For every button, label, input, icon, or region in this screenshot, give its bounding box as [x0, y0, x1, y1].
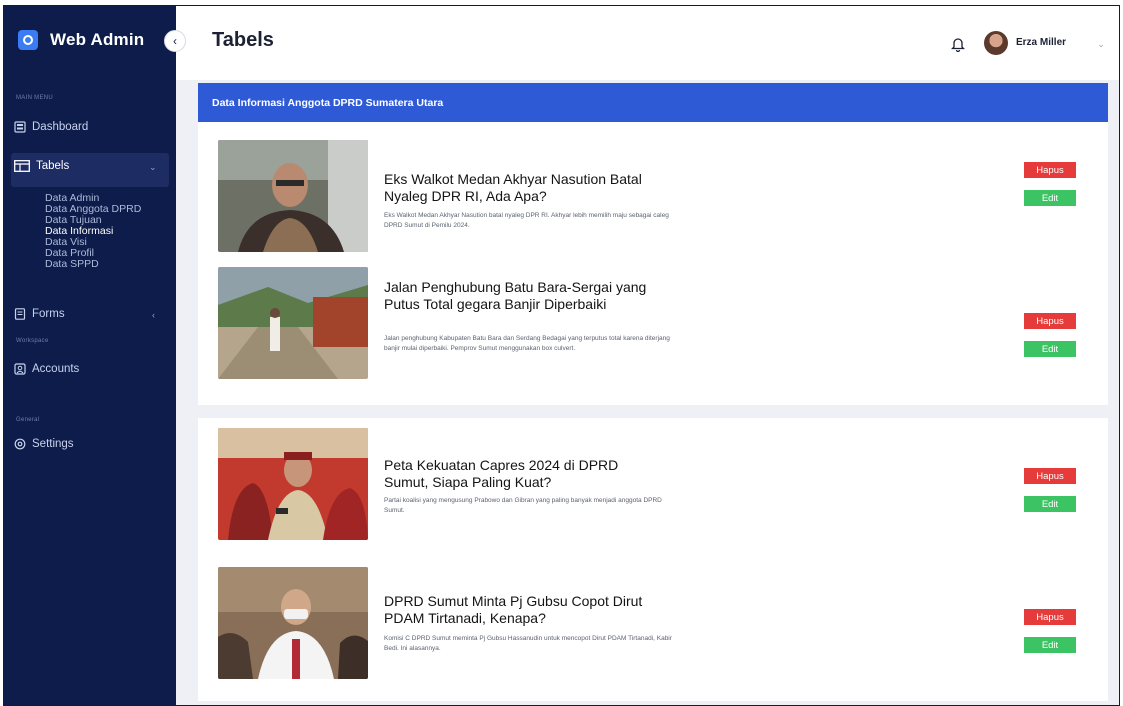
article-description: Jalan penghubung Kabupaten Batu Bara dan… — [384, 335, 670, 352]
article-card: Eks Walkot Medan Akhyar Nasution Batal N… — [198, 122, 1108, 405]
page-title: Tabels — [212, 29, 274, 51]
article-description: Komisi C DPRD Sumut meminta Pj Gubsu Has… — [384, 635, 672, 652]
dashboard-icon — [14, 121, 26, 133]
sub-item-data-sppd[interactable]: Data SPPD — [45, 259, 99, 270]
avatar[interactable] — [984, 31, 1008, 55]
forms-icon — [14, 308, 26, 320]
article-card: Peta Kekuatan Capres 2024 di DPRD Sumut,… — [198, 418, 1108, 701]
chevron-down-icon[interactable]: ⌄ — [149, 162, 157, 173]
delete-button[interactable]: Hapus — [1024, 162, 1076, 178]
article-item: Jalan Penghubung Batu Bara-Sergai yang P… — [218, 267, 1088, 387]
bell-icon[interactable] — [950, 36, 966, 53]
app-window: Web Admin MAIN MENU Dashboard Tabels ⌄ D… — [3, 5, 1120, 706]
sidebar-item-label: Dashboard — [32, 121, 89, 133]
topbar: Tabels Erza Miller ⌄ — [176, 6, 1119, 80]
gear-icon — [14, 438, 26, 450]
article-title[interactable]: Eks Walkot Medan Akhyar Nasution Batal N… — [384, 171, 654, 205]
sidebar-item-label: Settings — [32, 438, 74, 450]
brand-name: Web Admin — [50, 30, 145, 49]
table-icon — [14, 160, 30, 172]
article-thumbnail[interactable] — [218, 140, 368, 252]
panel-header: Data Informasi Anggota DPRD Sumatera Uta… — [198, 83, 1108, 122]
sidebar: Web Admin MAIN MENU Dashboard Tabels ⌄ D… — [4, 6, 176, 705]
article-title[interactable]: DPRD Sumut Minta Pj Gubsu Copot Dirut PD… — [384, 593, 654, 627]
article-item: Eks Walkot Medan Akhyar Nasution Batal N… — [218, 140, 1088, 260]
article-thumbnail[interactable] — [218, 567, 368, 679]
edit-button[interactable]: Edit — [1024, 496, 1076, 512]
article-description: Partai koalisi yang mengusung Prabowo da… — [384, 497, 662, 514]
article-title[interactable]: Jalan Penghubung Batu Bara-Sergai yang P… — [384, 279, 654, 313]
delete-button[interactable]: Hapus — [1024, 313, 1076, 329]
panel-title: Data Informasi Anggota DPRD Sumatera Uta… — [212, 97, 444, 109]
delete-button[interactable]: Hapus — [1024, 609, 1076, 625]
accounts-icon — [14, 363, 26, 375]
brand-logo-icon — [18, 30, 38, 50]
sidebar-item-label: Accounts — [32, 363, 80, 375]
sidebar-item-accounts[interactable]: Accounts — [14, 363, 79, 375]
sidebar-item-label: Tabels — [36, 160, 70, 172]
chevron-left-icon[interactable]: ‹ — [152, 310, 155, 320]
chevron-down-icon[interactable]: ⌄ — [1092, 36, 1110, 52]
workspace-label: Workspace — [16, 338, 49, 344]
article-title[interactable]: Peta Kekuatan Capres 2024 di DPRD Sumut,… — [384, 457, 654, 491]
article-thumbnail[interactable] — [218, 428, 368, 540]
sidebar-item-label: Forms — [32, 308, 65, 320]
sidebar-item-forms[interactable]: Forms — [14, 308, 65, 320]
article-description: Eks Walkot Medan Akhyar Nasution batal n… — [384, 212, 669, 229]
general-label: General — [16, 417, 40, 423]
edit-button[interactable]: Edit — [1024, 190, 1076, 206]
sidebar-item-settings[interactable]: Settings — [14, 438, 74, 450]
brand[interactable]: Web Admin — [18, 30, 144, 50]
sidebar-collapse-button[interactable]: ‹ — [164, 30, 186, 52]
main-menu-label: MAIN MENU — [16, 95, 54, 101]
user-name[interactable]: Erza Miller — [1016, 37, 1066, 48]
article-item: Peta Kekuatan Capres 2024 di DPRD Sumut,… — [218, 428, 1088, 548]
article-thumbnail[interactable] — [218, 267, 368, 379]
sidebar-item-tabels[interactable]: Tabels — [14, 160, 69, 172]
edit-button[interactable]: Edit — [1024, 341, 1076, 357]
sidebar-item-dashboard[interactable]: Dashboard — [14, 121, 88, 133]
article-item: DPRD Sumut Minta Pj Gubsu Copot Dirut PD… — [218, 567, 1088, 687]
edit-button[interactable]: Edit — [1024, 637, 1076, 653]
delete-button[interactable]: Hapus — [1024, 468, 1076, 484]
